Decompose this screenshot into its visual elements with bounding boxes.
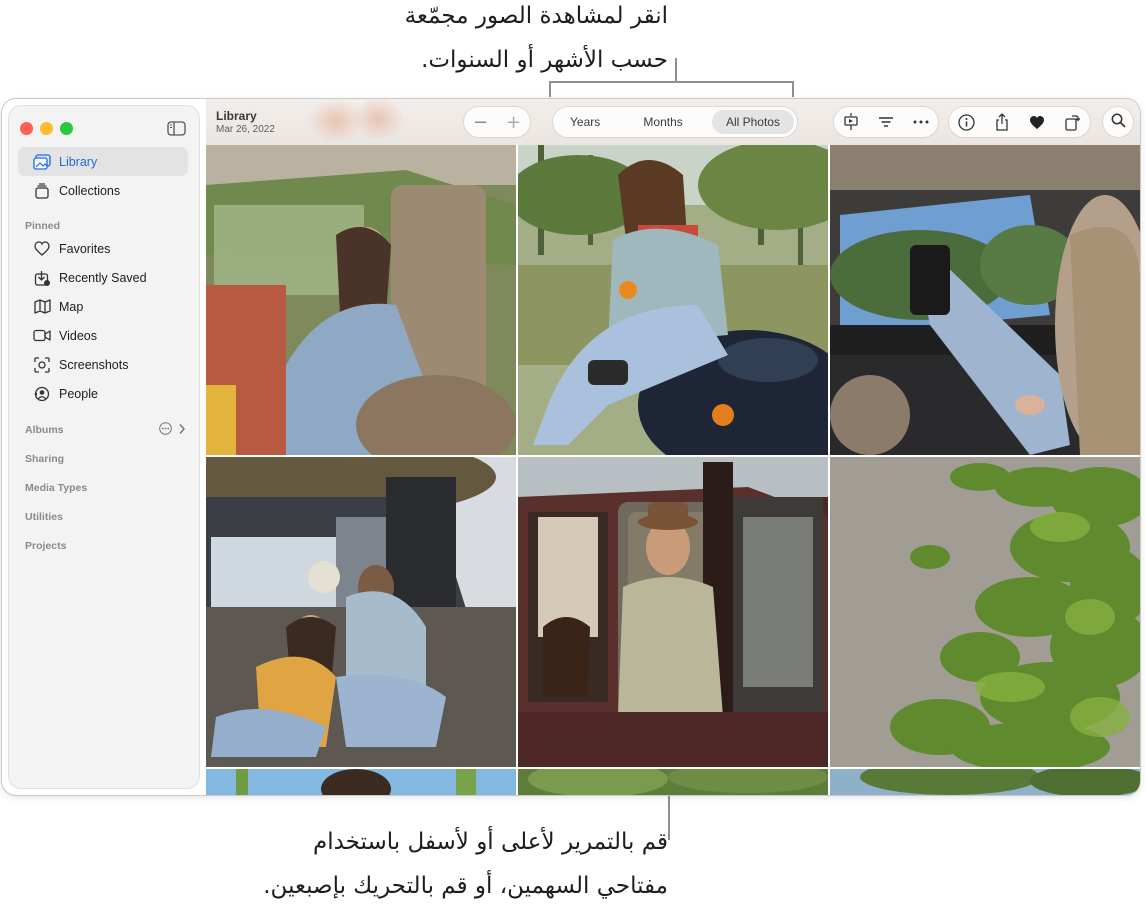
chevron-right-icon[interactable] <box>178 422 186 440</box>
zoom-in-button[interactable]: + <box>497 107 530 137</box>
sidebar-item-videos[interactable]: Videos <box>18 321 188 350</box>
search-button[interactable] <box>1103 107 1133 137</box>
screenshot-icon <box>33 356 51 374</box>
tab-months[interactable]: Months <box>629 110 696 134</box>
photo-thumbnail[interactable] <box>830 457 1140 767</box>
favorite-heart-icon[interactable] <box>1022 107 1052 137</box>
photo-thumbnail[interactable] <box>206 769 516 795</box>
library-date: Mar 26, 2022 <box>216 124 275 135</box>
photo-library-icon <box>33 153 51 171</box>
sidebar-item-map[interactable]: Map <box>18 292 188 321</box>
sidebar-item-recently-saved[interactable]: Recently Saved <box>18 263 188 292</box>
map-icon <box>33 298 51 316</box>
rotate-icon[interactable] <box>1057 107 1087 137</box>
photos-window: Library Collections Pinned Favorites Rec… <box>2 99 1140 795</box>
more-icon[interactable] <box>906 107 936 137</box>
callout-bottom-line2: مفتاحي السهمين، أو قم بالتحريك بإصبعين. <box>263 873 668 899</box>
close-window-button[interactable] <box>20 122 33 135</box>
download-icon <box>33 269 51 287</box>
slideshow-icon[interactable] <box>836 107 866 137</box>
photo-thumbnail[interactable] <box>518 145 828 455</box>
zoom-out-button[interactable]: − <box>464 107 497 137</box>
photo-grid <box>206 145 1140 795</box>
callout-bottom: قم بالتمرير لأعلى أو لأسفل باستخدام مفتا… <box>263 820 668 908</box>
filter-icon[interactable] <box>871 107 901 137</box>
photo-actions-group <box>949 107 1090 137</box>
people-icon <box>33 385 51 403</box>
tab-all-photos[interactable]: All Photos <box>711 110 794 134</box>
photo-thumbnail[interactable] <box>206 145 516 455</box>
zoom-controls: − + <box>464 107 530 137</box>
sidebar-item-label: Videos <box>59 328 97 343</box>
sidebar-item-label: Screenshots <box>59 357 129 372</box>
sidebar-section-pinned: Pinned <box>25 220 61 232</box>
sidebar-item-label: Collections <box>59 183 121 198</box>
albums-controls <box>159 422 186 440</box>
sidebar-item-collections[interactable]: Collections <box>18 176 188 205</box>
sidebar-item-label: Map <box>59 299 84 314</box>
video-icon <box>33 327 51 345</box>
view-segmented-control: Years Months All Photos <box>553 107 797 137</box>
sidebar-item-people[interactable]: People <box>18 379 188 408</box>
library-title: Library Mar 26, 2022 <box>216 109 275 135</box>
sidebar: Library Collections Pinned Favorites Rec… <box>9 106 199 788</box>
sidebar-section-projects[interactable]: Projects <box>25 540 66 552</box>
sidebar-item-label: Recently Saved <box>59 270 147 285</box>
callout-top-bracket <box>549 81 794 97</box>
page-title: Library <box>216 109 257 123</box>
sidebar-section-sharing[interactable]: Sharing <box>25 453 64 465</box>
callout-bottom-line1: قم بالتمرير لأعلى أو لأسفل باستخدام <box>312 829 668 855</box>
callout-top: انقر لمشاهدة الصور مجمّعة حسب الأشهر أو … <box>405 0 668 82</box>
zoom-window-button[interactable] <box>60 122 73 135</box>
sidebar-item-favorites[interactable]: Favorites <box>18 234 188 263</box>
heart-icon <box>33 240 51 258</box>
more-options-icon[interactable] <box>159 422 172 440</box>
sidebar-section-albums[interactable]: Albums <box>25 424 64 436</box>
photo-thumbnail[interactable] <box>830 769 1140 795</box>
sidebar-item-label: People <box>59 386 98 401</box>
sidebar-toggle-icon[interactable] <box>167 121 186 141</box>
callout-top-connector <box>675 58 677 82</box>
minimize-window-button[interactable] <box>40 122 53 135</box>
view-options-group <box>834 107 938 137</box>
callout-top-line2: حسب الأشهر أو السنوات. <box>421 47 668 73</box>
sidebar-item-screenshots[interactable]: Screenshots <box>18 350 188 379</box>
callout-top-line1: انقر لمشاهدة الصور مجمّعة <box>404 3 668 29</box>
photo-thumbnail[interactable] <box>830 145 1140 455</box>
sidebar-section-media-types[interactable]: Media Types <box>25 482 87 494</box>
toolbar-photo-blur <box>308 99 404 143</box>
photo-thumbnail[interactable] <box>518 769 828 795</box>
photo-thumbnail[interactable] <box>518 457 828 767</box>
toolbar: Library Mar 26, 2022 − + Years Months Al… <box>206 99 1140 145</box>
sidebar-section-utilities[interactable]: Utilities <box>25 511 63 523</box>
collections-icon <box>33 182 51 200</box>
tab-years[interactable]: Years <box>556 110 614 134</box>
photo-thumbnail[interactable] <box>206 457 516 767</box>
info-icon[interactable] <box>952 107 982 137</box>
sidebar-item-label: Library <box>59 154 98 169</box>
sidebar-item-label: Favorites <box>59 241 111 256</box>
sidebar-item-library[interactable]: Library <box>18 147 188 176</box>
search-icon <box>1111 113 1126 132</box>
share-icon[interactable] <box>987 107 1017 137</box>
